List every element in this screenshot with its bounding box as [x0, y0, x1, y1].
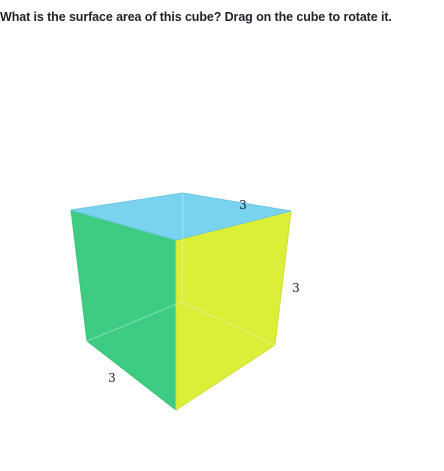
rotatable-cube-canvas[interactable]: 3 3 3 — [0, 0, 444, 471]
cube-svg[interactable]: 3 3 3 — [0, 0, 444, 471]
edge-label-top: 3 — [239, 198, 247, 212]
cube-left-face[interactable] — [70, 209, 177, 412]
cube-right-face[interactable] — [175, 210, 292, 411]
edge-label-bottom-left: 3 — [108, 371, 116, 385]
edge-label-right: 3 — [292, 281, 300, 295]
